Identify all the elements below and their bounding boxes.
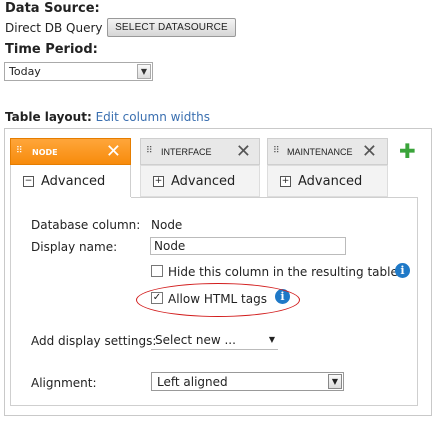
expand-icon: + <box>153 175 164 187</box>
alignment-select[interactable]: Left aligned ▼ <box>151 372 344 391</box>
select-datasource-button[interactable]: SELECT DATASOURCE <box>107 18 236 37</box>
drag-grip-icon[interactable]: ⠿ <box>273 146 280 156</box>
tab-node-label: NODE <box>32 148 58 157</box>
expand-icon: + <box>280 175 291 187</box>
drag-grip-icon[interactable]: ⠿ <box>16 146 23 156</box>
display-name-value: Node <box>154 239 186 253</box>
subtab-maintenance-advanced[interactable]: + Advanced <box>267 165 388 197</box>
subtab-node-advanced-label: Advanced <box>41 173 106 189</box>
data-source-label: Data Source: <box>5 1 100 16</box>
display-name-input[interactable]: Node <box>150 237 346 255</box>
table-layout-line: Table layout: Edit column widths <box>5 110 210 124</box>
edit-column-widths-link[interactable]: Edit column widths <box>96 110 210 124</box>
drag-grip-icon[interactable]: ⠿ <box>146 146 153 156</box>
close-icon[interactable]: ✕ <box>362 141 377 162</box>
close-icon[interactable]: ✕ <box>106 141 121 162</box>
annotation-ellipse <box>136 283 300 317</box>
tab-maintenance-label: MAINTENANCE <box>287 147 353 157</box>
chevron-down-icon: ▼ <box>328 374 342 389</box>
chevron-down-icon: ▼ <box>268 335 275 344</box>
hide-column-label: Hide this column in the resulting table <box>168 265 398 279</box>
divider <box>131 197 418 198</box>
alignment-label: Alignment: <box>31 376 97 390</box>
add-display-settings-value: Select new ... <box>155 332 236 347</box>
chevron-down-icon: ▼ <box>137 64 151 79</box>
table-layout-label: Table layout: <box>5 110 92 124</box>
tab-node[interactable]: ⠿ NODE ✕ <box>10 138 131 165</box>
alignment-value: Left aligned <box>157 374 228 389</box>
tab-interface-label: INTERFACE <box>161 147 212 157</box>
hide-column-checkbox[interactable] <box>151 265 163 277</box>
tab-interface[interactable]: ⠿ INTERFACE ✕ <box>140 138 260 165</box>
subtab-interface-advanced[interactable]: + Advanced <box>140 165 260 197</box>
subtab-maintenance-advanced-label: Advanced <box>298 173 363 189</box>
data-source-value: Direct DB Query <box>5 21 103 35</box>
database-column-value: Node <box>151 218 183 232</box>
time-period-select[interactable]: Today ▼ <box>4 62 153 81</box>
add-display-settings-label: Add display settings: <box>31 334 157 348</box>
time-period-label: Time Period: <box>5 42 98 57</box>
add-display-settings-select[interactable]: Select new ... ▼ <box>151 330 278 350</box>
collapse-icon: − <box>23 175 34 187</box>
subtab-interface-advanced-label: Advanced <box>171 173 236 189</box>
database-column-label: Database column: <box>31 218 141 232</box>
info-icon[interactable]: i <box>395 263 410 278</box>
add-icon[interactable]: ✚ <box>399 139 416 163</box>
time-period-selected: Today <box>9 65 41 78</box>
display-name-label: Display name: <box>31 240 118 254</box>
tab-maintenance[interactable]: ⠿ MAINTENANCE ✕ <box>267 138 388 165</box>
subtab-node-advanced[interactable]: − Advanced <box>10 165 131 197</box>
close-icon[interactable]: ✕ <box>236 141 251 162</box>
